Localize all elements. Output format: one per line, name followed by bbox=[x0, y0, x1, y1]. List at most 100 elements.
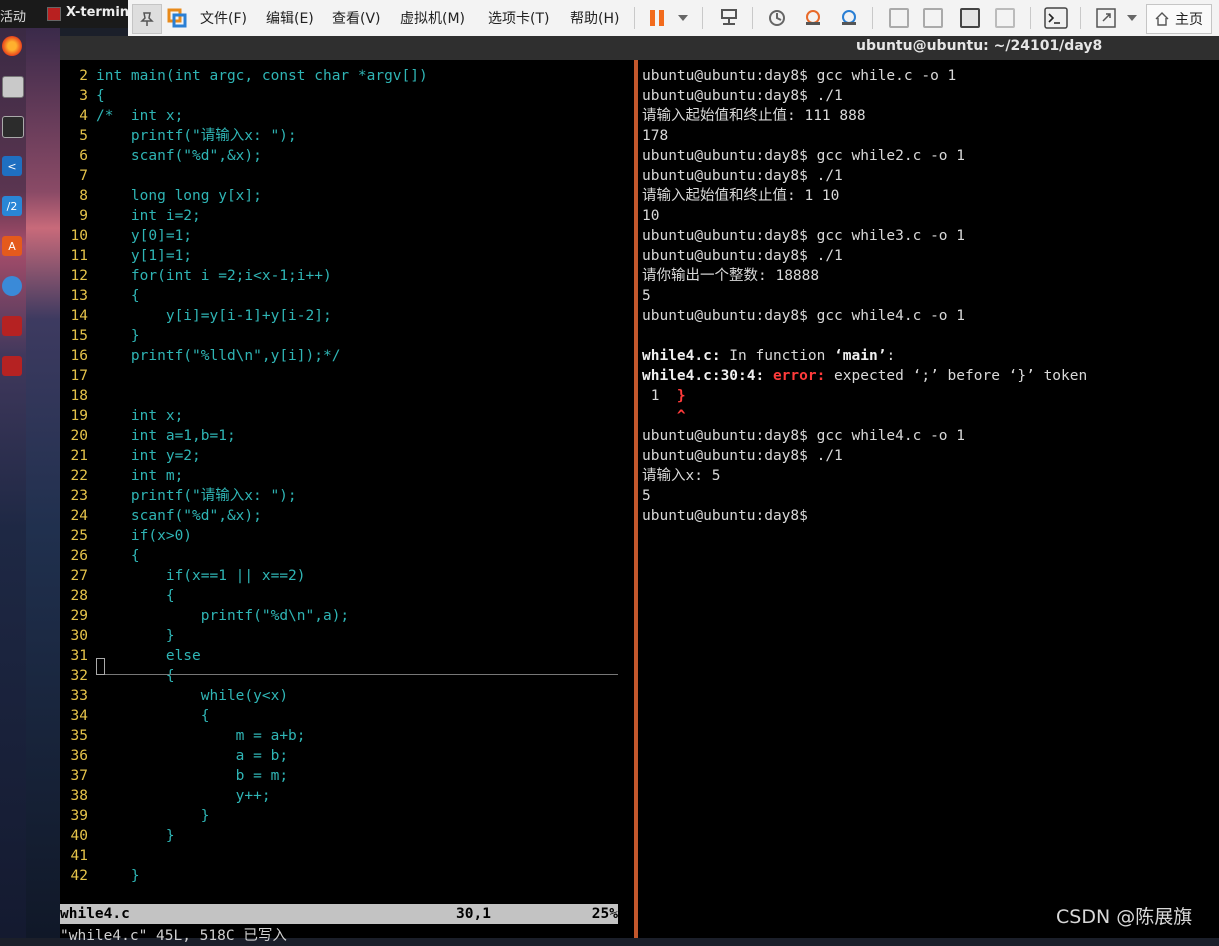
terminal-icon[interactable] bbox=[1042, 0, 1070, 36]
line-text: scanf("%d",&x); bbox=[96, 148, 262, 164]
home-tab[interactable]: 主页 bbox=[1146, 4, 1212, 34]
code-line[interactable]: 36 a = b; bbox=[60, 746, 620, 766]
line-text: printf("%lld\n",y[i]);*/ bbox=[96, 348, 341, 364]
settings-icon[interactable] bbox=[2, 276, 22, 296]
code-line[interactable]: 29 printf("%d\n",a); bbox=[60, 606, 620, 626]
console-icon[interactable] bbox=[920, 0, 946, 36]
vim-editor-pane[interactable]: 2 int main(int argc, const char *argv[]) 3… bbox=[60, 60, 634, 944]
code-line[interactable]: 30 } bbox=[60, 626, 620, 646]
line-text: { bbox=[96, 288, 140, 304]
unity-icon[interactable] bbox=[992, 0, 1018, 36]
line-number: 26 bbox=[70, 548, 88, 564]
line-text: y++; bbox=[96, 788, 271, 804]
fullscreen-icon[interactable] bbox=[956, 0, 984, 36]
line-number: 13 bbox=[70, 288, 88, 304]
xterm-dock-icon[interactable] bbox=[2, 316, 22, 336]
code-line[interactable]: 33 while(y<x) bbox=[60, 686, 620, 706]
code-line[interactable]: 41 bbox=[60, 846, 620, 866]
status-filename: while4.c bbox=[60, 906, 130, 922]
code-line[interactable]: 24 scanf("%d",&x); bbox=[60, 506, 620, 526]
network-icon[interactable] bbox=[716, 0, 742, 36]
line-text: if(x>0) bbox=[96, 528, 193, 544]
text-cursor bbox=[96, 658, 105, 675]
code-line[interactable]: 19 int x; bbox=[60, 406, 620, 426]
code-line[interactable]: 31 else bbox=[60, 646, 620, 666]
menu-help[interactable]: 帮助(H) bbox=[564, 0, 625, 36]
snapshot-manager-icon[interactable] bbox=[836, 0, 862, 36]
pin-icon[interactable] bbox=[132, 4, 162, 34]
chevron-down-icon[interactable] bbox=[674, 0, 692, 36]
xterm-app-icon bbox=[47, 7, 61, 21]
code-line[interactable]: 12 for(int i =2;i<x-1;i++) bbox=[60, 266, 620, 286]
code-line[interactable]: 34 { bbox=[60, 706, 620, 726]
menu-vm[interactable]: 虚拟机(M) bbox=[394, 0, 471, 36]
line-number: 24 bbox=[70, 508, 88, 524]
code-line[interactable]: 37 b = m; bbox=[60, 766, 620, 786]
app-menu-label[interactable]: X-termin bbox=[66, 5, 129, 20]
suspend-icon[interactable] bbox=[646, 0, 668, 36]
code-line[interactable]: 27 if(x==1 || x==2) bbox=[60, 566, 620, 586]
code-line[interactable]: 42 } bbox=[60, 866, 620, 886]
line-number: 21 bbox=[70, 448, 88, 464]
xterm-dock-icon-2[interactable] bbox=[2, 356, 22, 376]
line-number: 5 bbox=[79, 128, 88, 144]
code-line[interactable]: 35 m = a+b; bbox=[60, 726, 620, 746]
menu-tabs[interactable]: 选项卡(T) bbox=[482, 0, 555, 36]
menu-file[interactable]: 文件(F) bbox=[194, 0, 253, 36]
code-line[interactable]: 32 { bbox=[60, 666, 620, 686]
code-line[interactable]: 22 int m; bbox=[60, 466, 620, 486]
cursorline-underline bbox=[96, 674, 618, 675]
line-number: 22 bbox=[70, 468, 88, 484]
code-line[interactable]: 40 } bbox=[60, 826, 620, 846]
firefox-icon[interactable] bbox=[2, 36, 22, 56]
terminal-window: ubuntu@ubuntu: ~/24101/day8 2 int main(in… bbox=[60, 36, 1219, 944]
code-line[interactable]: 11 y[1]=1; bbox=[60, 246, 620, 266]
software-center-icon[interactable]: A bbox=[2, 236, 22, 256]
code-line[interactable]: 17 bbox=[60, 366, 620, 386]
code-line[interactable]: 8 long long y[x]; bbox=[60, 186, 620, 206]
code-line[interactable]: 16 printf("%lld\n",y[i]);*/ bbox=[60, 346, 620, 366]
code-line[interactable]: 13 { bbox=[60, 286, 620, 306]
code-line[interactable]: 2 int main(int argc, const char *argv[]) bbox=[60, 66, 620, 86]
code-line[interactable]: 26 { bbox=[60, 546, 620, 566]
library-icon[interactable] bbox=[886, 0, 912, 36]
code-line[interactable]: 14 y[i]=y[i-1]+y[i-2]; bbox=[60, 306, 620, 326]
code-line[interactable]: 15 } bbox=[60, 326, 620, 346]
code-line[interactable]: 20 int a=1,b=1; bbox=[60, 426, 620, 446]
code-line[interactable]: 25 if(x>0) bbox=[60, 526, 620, 546]
code-line[interactable]: 21 int y=2; bbox=[60, 446, 620, 466]
terminal-dock-icon[interactable] bbox=[2, 116, 24, 138]
line-number: 17 bbox=[70, 368, 88, 384]
code-line[interactable]: 28 { bbox=[60, 586, 620, 606]
line-number: 8 bbox=[79, 188, 88, 204]
revert-snapshot-icon[interactable] bbox=[800, 0, 826, 36]
code-line[interactable]: 3{ bbox=[60, 86, 620, 106]
code-line[interactable]: 10 y[0]=1; bbox=[60, 226, 620, 246]
vscode-icon[interactable]: < bbox=[2, 156, 22, 176]
shell-line: ubuntu@ubuntu:day8$ gcc while4.c -o 1 bbox=[642, 428, 966, 444]
menu-view[interactable]: 查看(V) bbox=[326, 0, 387, 36]
chevron-down-icon[interactable] bbox=[1124, 0, 1140, 36]
window-titlebar[interactable]: ubuntu@ubuntu: ~/24101/day8 bbox=[60, 36, 1219, 60]
code-line[interactable]: 38 y++; bbox=[60, 786, 620, 806]
stretch-icon[interactable] bbox=[1092, 0, 1120, 36]
code-line[interactable]: 4 /* int x; bbox=[60, 106, 620, 126]
code-line[interactable]: 23 printf("请输入x: "); bbox=[60, 486, 620, 506]
line-number: 31 bbox=[70, 648, 88, 664]
shell-line: ubuntu@ubuntu:day8$ gcc while4.c -o 1 bbox=[642, 308, 966, 324]
code-line[interactable]: 18 bbox=[60, 386, 620, 406]
code-line[interactable]: 6 scanf("%d",&x); bbox=[60, 146, 620, 166]
line-number: 2 bbox=[79, 68, 88, 84]
docs-icon[interactable]: /2 bbox=[2, 196, 22, 216]
activities-button[interactable]: 活动 bbox=[0, 6, 26, 25]
pane-divider[interactable] bbox=[634, 60, 638, 938]
shell-pane[interactable]: ubuntu@ubuntu:day8$ gcc while.c -o 1 ubun… bbox=[640, 60, 1219, 938]
line-number: 16 bbox=[70, 348, 88, 364]
files-icon[interactable] bbox=[2, 76, 24, 98]
code-line[interactable]: 5 printf("请输入x: "); bbox=[60, 126, 620, 146]
menu-edit[interactable]: 编辑(E) bbox=[260, 0, 320, 36]
code-line[interactable]: 9 int i=2; bbox=[60, 206, 620, 226]
code-line[interactable]: 39 } bbox=[60, 806, 620, 826]
code-line[interactable]: 7 bbox=[60, 166, 620, 186]
snapshot-icon[interactable] bbox=[764, 0, 790, 36]
